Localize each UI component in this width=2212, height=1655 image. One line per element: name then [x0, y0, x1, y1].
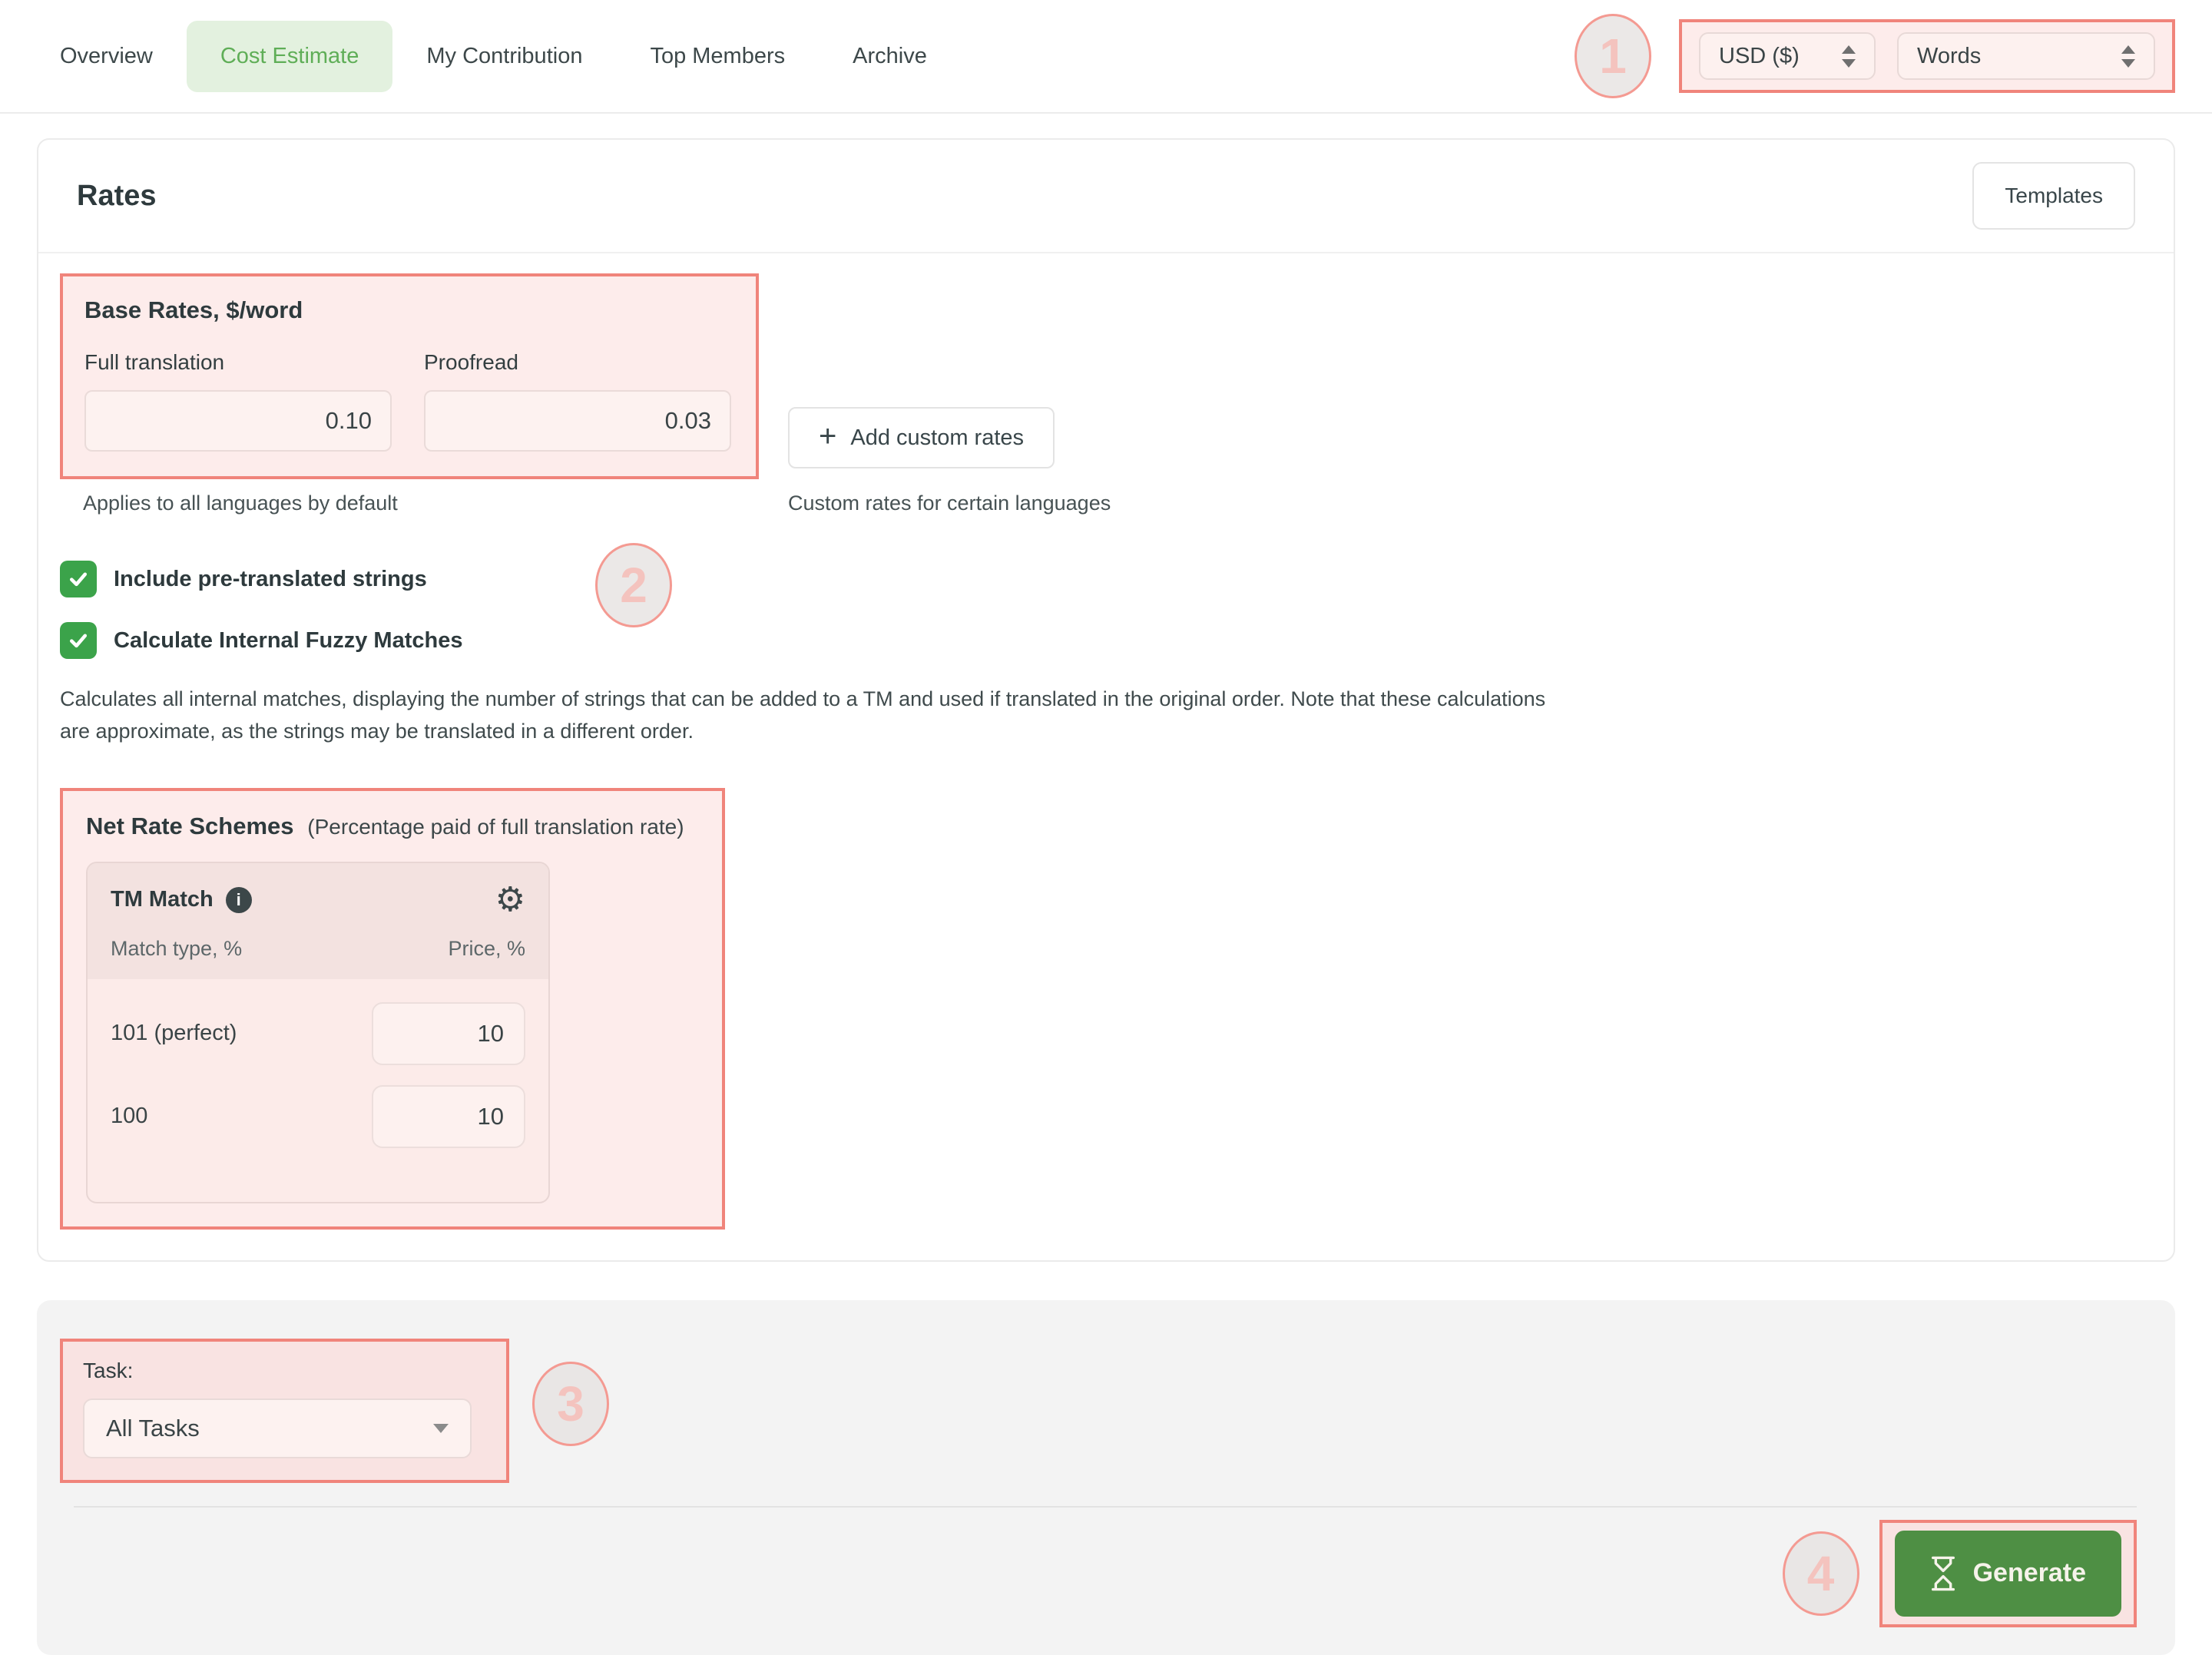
net-rate-schemes-title: Net Rate Schemes — [86, 813, 294, 839]
annotation-number: 1 — [1599, 28, 1627, 84]
tm-match-header-top: TM Match i ⚙ — [111, 883, 525, 917]
proofread-label: Proofread — [424, 350, 731, 375]
full-translation-label: Full translation — [84, 350, 392, 375]
generate-panel: Task: All Tasks 3 4 Generate — [37, 1300, 2175, 1655]
net-rate-schemes-heading: Net Rate Schemes (Percentage paid of ful… — [86, 813, 699, 840]
unit-select-value: Words — [1917, 44, 1981, 69]
hourglass-icon — [1930, 1556, 1956, 1591]
footer-divider — [74, 1506, 2137, 1508]
full-translation-input[interactable] — [84, 390, 392, 452]
match-price-input-100[interactable] — [372, 1085, 525, 1148]
base-rates-helper-text: Applies to all languages by default — [83, 492, 398, 515]
page-title: Rates — [77, 180, 157, 213]
base-rates-helpers: Applies to all languages by default Cust… — [60, 492, 2152, 522]
annotation-step-1: 1 — [1575, 14, 1651, 98]
task-select[interactable]: All Tasks — [83, 1398, 472, 1458]
chevron-down-icon — [433, 1424, 449, 1433]
match-price-input-101[interactable] — [372, 1002, 525, 1065]
nav-right-controls: 1 USD ($) Words — [1575, 14, 2175, 98]
plus-icon: + — [819, 421, 836, 452]
gear-icon[interactable]: ⚙ — [495, 883, 525, 917]
custom-rates-helper-text: Custom rates for certain languages — [788, 492, 1111, 515]
rates-card: Rates Templates Base Rates, $/word Full … — [37, 138, 2175, 1262]
check-icon — [67, 568, 90, 591]
annotation-step-4: 4 — [1783, 1531, 1859, 1616]
proofread-input[interactable] — [424, 390, 731, 452]
net-rate-schemes-subtitle: (Percentage paid of full translation rat… — [307, 815, 684, 839]
top-tab-bar: Overview Cost Estimate My Contribution T… — [0, 0, 2212, 114]
generate-button-label: Generate — [1973, 1558, 2086, 1588]
tm-match-header: TM Match i ⚙ Match type, % Price, % — [88, 863, 548, 979]
up-down-arrows-icon — [2121, 45, 2135, 68]
tm-match-title-row: TM Match i — [111, 887, 252, 913]
base-rates-heading: Base Rates, $/word — [84, 296, 734, 324]
tab-overview[interactable]: Overview — [26, 21, 187, 92]
annotation-step-2: 2 — [595, 543, 672, 627]
currency-select-value: USD ($) — [1719, 44, 1800, 69]
task-select-value: All Tasks — [106, 1415, 200, 1442]
info-icon[interactable]: i — [226, 887, 252, 913]
generate-highlight: Generate — [1879, 1520, 2137, 1627]
base-rates-section: Base Rates, $/word Full translation Proo… — [60, 273, 2152, 522]
option-label: Calculate Internal Fuzzy Matches — [114, 628, 462, 654]
check-icon — [67, 629, 90, 652]
option-calculate-fuzzy: Calculate Internal Fuzzy Matches — [60, 622, 2152, 659]
rates-card-body: Base Rates, $/word Full translation Proo… — [38, 253, 2174, 1260]
tab-my-contribution[interactable]: My Contribution — [392, 21, 616, 92]
fuzzy-matches-description: Calculates all internal matches, display… — [60, 684, 1565, 748]
add-custom-rates-button[interactable]: + Add custom rates — [788, 407, 1055, 468]
annotation-number: 2 — [620, 557, 647, 614]
rates-card-header: Rates Templates — [38, 140, 2174, 253]
price-column-header: Price, % — [448, 937, 525, 961]
unit-select[interactable]: Words — [1897, 32, 2155, 80]
base-rates-inputs — [84, 390, 734, 452]
tab-archive[interactable]: Archive — [819, 21, 961, 92]
option-include-pretranslated: Include pre-translated strings — [60, 561, 2152, 597]
annotation-number: 3 — [557, 1375, 584, 1432]
match-type-label: 101 (perfect) — [111, 1021, 237, 1046]
templates-button[interactable]: Templates — [1972, 162, 2135, 230]
up-down-arrows-icon — [1842, 45, 1856, 68]
checkbox-include-pretranslated-checked[interactable] — [60, 561, 97, 597]
base-rates-labels: Full translation Proofread — [84, 350, 734, 375]
match-type-column-header: Match type, % — [111, 937, 242, 961]
annotation-number: 4 — [1807, 1545, 1835, 1602]
net-rate-schemes-highlight: Net Rate Schemes (Percentage paid of ful… — [60, 788, 725, 1230]
header-selects-highlight: USD ($) Words — [1679, 19, 2175, 93]
add-custom-rates-label: Add custom rates — [850, 425, 1024, 451]
currency-select[interactable]: USD ($) — [1699, 32, 1876, 80]
tm-match-rows: 101 (perfect) 100 — [88, 979, 548, 1202]
match-type-label: 100 — [111, 1104, 147, 1129]
checkbox-calculate-fuzzy-checked[interactable] — [60, 622, 97, 659]
tm-match-row: 101 (perfect) — [111, 1002, 525, 1065]
generate-row: 4 Generate — [60, 1520, 2137, 1627]
tm-match-card: TM Match i ⚙ Match type, % Price, % 101 … — [86, 862, 550, 1203]
tab-cost-estimate[interactable]: Cost Estimate — [187, 21, 393, 92]
tm-match-row: 100 — [111, 1085, 525, 1148]
base-rates-highlight: Base Rates, $/word Full translation Proo… — [60, 273, 759, 479]
task-highlight: Task: All Tasks — [60, 1339, 509, 1483]
options-list: Include pre-translated strings Calculate… — [60, 561, 2152, 659]
tm-match-title: TM Match — [111, 887, 214, 912]
tm-match-column-headers: Match type, % Price, % — [111, 937, 525, 961]
generate-button[interactable]: Generate — [1895, 1531, 2121, 1617]
option-label: Include pre-translated strings — [114, 567, 427, 592]
tab-top-members[interactable]: Top Members — [616, 21, 819, 92]
annotation-step-3: 3 — [532, 1362, 609, 1446]
task-label: Task: — [83, 1359, 486, 1383]
